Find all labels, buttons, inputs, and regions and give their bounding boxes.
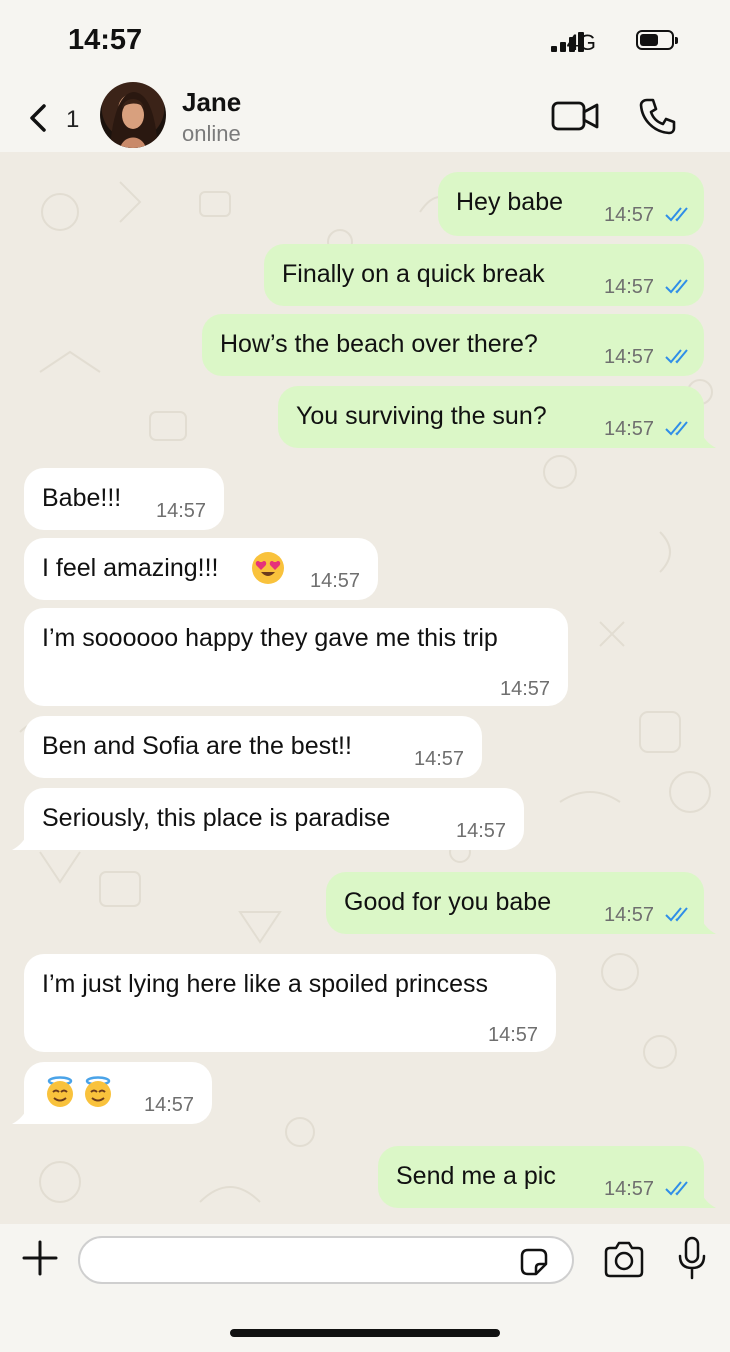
message-time: 14:57: [456, 820, 507, 842]
bubble-tail: [700, 918, 716, 934]
contact-name[interactable]: Jane: [182, 87, 241, 118]
read-receipt-icon: [665, 1181, 688, 1196]
message-bubble-outgoing[interactable]: You surviving the sun? 14:57: [278, 386, 704, 448]
status-bar: 14:57 4G: [0, 0, 730, 80]
message-text: I feel amazing!!!: [42, 554, 219, 582]
video-call-icon[interactable]: [550, 98, 602, 134]
message-bubble-incoming[interactable]: Babe!!! 14:57: [24, 468, 224, 530]
message-time: 14:57: [488, 1024, 539, 1046]
read-receipt-icon: [665, 349, 688, 364]
plus-icon[interactable]: [20, 1238, 60, 1278]
message-time: 14:57: [414, 748, 465, 770]
message-time: 14:57: [144, 1094, 195, 1116]
bubble-tail: [700, 1192, 716, 1208]
smiling-face-with-halo-icon: [82, 1076, 114, 1108]
phone-call-icon[interactable]: [638, 96, 678, 136]
message-time: 14:57: [604, 204, 655, 226]
message-time: 14:57: [604, 1178, 655, 1200]
bubble-tail: [700, 432, 716, 448]
sticker-icon[interactable]: [518, 1246, 550, 1278]
camera-icon[interactable]: [602, 1240, 646, 1280]
message-text: Babe!!!: [42, 484, 122, 512]
message-input[interactable]: [78, 1236, 574, 1284]
message-bubble-incoming[interactable]: 14:57: [24, 1062, 212, 1124]
message-text: How’s the beach over there?: [220, 330, 538, 358]
message-text: Ben and Sofia are the best!!: [42, 732, 352, 760]
message-text: Hey babe: [456, 188, 564, 216]
message-text: Seriously, this place is paradise: [42, 804, 391, 832]
bubble-tail: [12, 1108, 28, 1124]
message-text: You surviving the sun?: [296, 402, 547, 430]
message-text: I’m soooooo happy they gave me this trip: [42, 624, 498, 652]
message-time: 14:57: [604, 276, 655, 298]
chat-header: 1 Jane online: [0, 80, 730, 152]
message-bubble-incoming[interactable]: I’m just lying here like a spoiled princ…: [24, 954, 556, 1052]
message-bubble-outgoing[interactable]: How’s the beach over there? 14:57: [202, 314, 704, 376]
read-receipt-icon: [665, 279, 688, 294]
message-text: Send me a pic: [396, 1162, 556, 1190]
message-bubble-outgoing[interactable]: Finally on a quick break 14:57: [264, 244, 704, 306]
back-arrow-icon[interactable]: [20, 98, 60, 138]
message-bubble-outgoing[interactable]: Hey babe 14:57: [438, 172, 704, 236]
battery-icon: [636, 30, 678, 50]
message-bubble-outgoing[interactable]: Good for you babe 14:57: [326, 872, 704, 934]
message-time: 14:57: [500, 678, 551, 700]
message-time: 14:57: [310, 570, 361, 592]
avatar[interactable]: [100, 82, 166, 148]
read-receipt-icon: [665, 207, 688, 222]
smiling-face-with-halo-icon: [44, 1076, 76, 1108]
read-receipt-icon: [665, 421, 688, 436]
message-time: 14:57: [604, 904, 655, 926]
message-bubble-incoming[interactable]: I feel amazing!!! 14:57: [24, 538, 378, 600]
read-receipt-icon: [665, 907, 688, 922]
message-composer: [0, 1224, 730, 1352]
bubble-tail: [12, 834, 28, 850]
message-bubble-outgoing[interactable]: Send me a pic 14:57: [378, 1146, 704, 1208]
message-time: 14:57: [604, 418, 655, 440]
message-bubble-incoming[interactable]: Seriously, this place is paradise 14:57: [24, 788, 524, 850]
message-text: Good for you babe: [344, 888, 552, 916]
contact-status: online: [182, 121, 241, 146]
heart-eyes-emoji-icon: [252, 552, 284, 584]
message-text: I’m just lying here like a spoiled princ…: [42, 970, 489, 998]
message-list[interactable]: Hey babe 14:57 Finally on a quick break …: [0, 152, 730, 1224]
message-time: 14:57: [156, 500, 207, 522]
message-text: Finally on a quick break: [282, 260, 545, 288]
network-type: 4G: [566, 30, 596, 55]
message-time: 14:57: [604, 346, 655, 368]
unread-count[interactable]: 1: [66, 106, 79, 134]
message-bubble-incoming[interactable]: Ben and Sofia are the best!! 14:57: [24, 716, 482, 778]
status-time: 14:57: [68, 24, 143, 56]
message-bubble-incoming[interactable]: I’m soooooo happy they gave me this trip…: [24, 608, 568, 706]
home-indicator: [230, 1329, 500, 1337]
microphone-icon[interactable]: [676, 1236, 708, 1280]
